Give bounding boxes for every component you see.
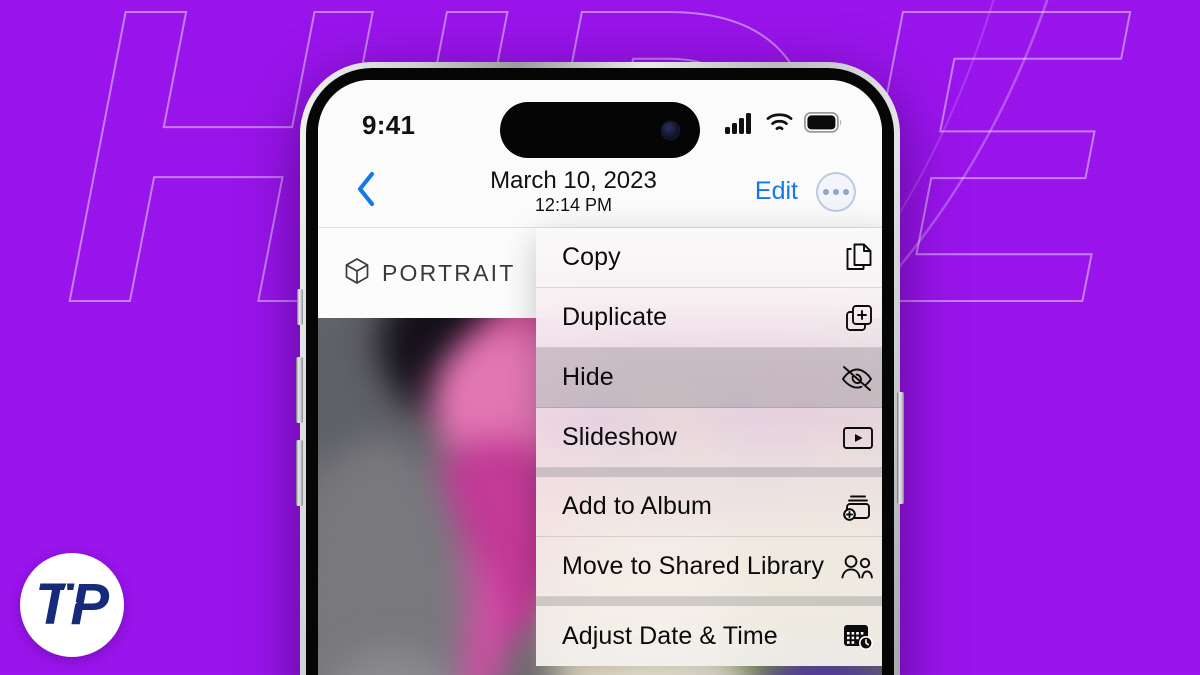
menu-item-copy[interactable]: Copy	[536, 228, 882, 288]
photo-date: March 10, 2023	[490, 166, 657, 194]
logo-mark: TP	[35, 574, 109, 636]
menu-item-label: Adjust Date & Time	[562, 621, 778, 650]
duplicate-icon	[840, 303, 874, 333]
menu-item-duplicate[interactable]: Duplicate	[536, 288, 882, 348]
photo-title-block: March 10, 2023 12:14 PM	[392, 168, 755, 215]
photo-context-menu[interactable]: Copy Duplicate Hide Slideshow Add to Album Mo…	[536, 228, 882, 666]
more-options-button[interactable]	[816, 171, 856, 212]
status-bar-icons	[725, 111, 842, 139]
menu-item-label: Move to Shared Library	[562, 552, 825, 580]
portrait-badge-label: PORTRAIT	[382, 259, 516, 286]
dynamic-island	[500, 102, 700, 158]
menu-group-separator	[536, 468, 882, 477]
power-button[interactable]	[897, 392, 904, 504]
add-to-album-icon	[840, 492, 874, 522]
photo-navigation-bar: March 10, 2023 12:14 PM Edit	[318, 156, 882, 228]
phone-screen: PORTRAIT March 10, 2023 12:14 PM Edit 9:…	[318, 80, 882, 675]
menu-item-label: Hide	[562, 363, 614, 391]
menu-item-label: Duplicate	[562, 303, 668, 331]
portrait-badge[interactable]: PORTRAIT	[344, 257, 515, 290]
battery-icon	[803, 111, 842, 138]
menu-item-move-to-shared-library[interactable]: Move to Shared Library	[536, 537, 882, 597]
menu-item-hide[interactable]: Hide	[536, 348, 882, 408]
cube-icon	[344, 257, 370, 290]
menu-item-label: Add to Album	[562, 492, 712, 520]
eye-slash-icon	[840, 364, 874, 392]
menu-item-adjust-date-time[interactable]: Adjust Date & Time	[536, 606, 882, 666]
volume-up-button[interactable]	[296, 357, 303, 423]
volume-down-button[interactable]	[296, 440, 303, 506]
front-camera-icon	[662, 121, 679, 139]
menu-item-label: Slideshow	[562, 423, 677, 451]
menu-item-slideshow[interactable]: Slideshow	[536, 408, 882, 468]
two-people-icon	[840, 553, 874, 581]
edit-button[interactable]: Edit	[755, 177, 798, 206]
status-bar-time: 9:41	[362, 109, 416, 140]
signal-bars-icon	[725, 112, 755, 139]
ellipsis-dot	[823, 188, 829, 195]
photo-time: 12:14 PM	[534, 195, 612, 216]
techpp-logo: TP	[20, 553, 124, 657]
silence-switch-button[interactable]	[297, 289, 303, 325]
calendar-clock-icon	[840, 622, 874, 650]
back-chevron-icon	[355, 171, 377, 212]
menu-item-add-to-album[interactable]: Add to Album	[536, 477, 882, 537]
wifi-icon	[766, 112, 793, 138]
iphone-device: PORTRAIT March 10, 2023 12:14 PM Edit 9:…	[296, 62, 904, 675]
play-rectangle-icon	[840, 425, 874, 451]
ellipsis-dot	[833, 188, 839, 195]
back-button[interactable]	[340, 171, 392, 212]
menu-item-label: Copy	[562, 243, 621, 271]
menu-group-separator	[536, 597, 882, 606]
copy-icon	[840, 242, 874, 274]
ellipsis-dot	[843, 188, 849, 195]
